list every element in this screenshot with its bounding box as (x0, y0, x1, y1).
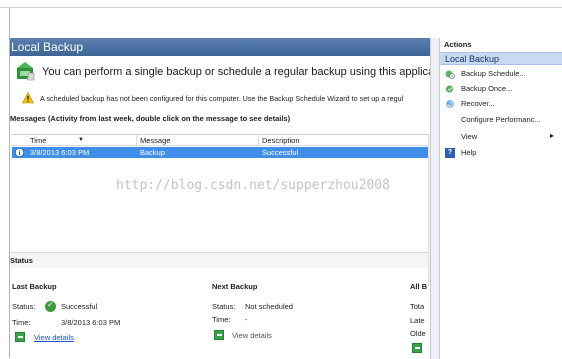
messages-title: Messages (Activity from last week, doubl… (10, 114, 291, 123)
row-description: Successful (262, 148, 299, 157)
sort-descending-icon: ▼ (78, 137, 84, 143)
column-separator[interactable] (258, 135, 259, 146)
info-icon (15, 148, 24, 157)
action-recover[interactable]: Recover... (440, 98, 562, 111)
pane-splitter[interactable] (430, 38, 440, 359)
last-backup-time-value: 3/8/2013 6:03 PM (61, 318, 121, 327)
actions-section-header[interactable]: Local Backup (440, 52, 562, 65)
next-backup-time-value: - (245, 315, 248, 324)
all-backups-oldest-label: Olde (410, 329, 426, 338)
main-pane: Local Backup You can perform a single ba… (10, 38, 430, 358)
action-backup-schedule[interactable]: Backup Schedule... (440, 68, 562, 81)
next-backup-time-label: Time: (212, 315, 231, 324)
actions-section-title: Local Backup (445, 54, 500, 64)
view-details-icon[interactable] (214, 330, 224, 340)
backup-schedule-icon (445, 70, 455, 79)
view-details-icon[interactable] (412, 343, 422, 353)
all-backups-title: All B (410, 282, 428, 291)
success-check-icon (45, 300, 56, 312)
main-header-title: Local Backup (11, 40, 84, 54)
next-backup-status-label: Status: (212, 302, 236, 311)
action-label: Backup Once... (461, 84, 513, 93)
column-header-time[interactable]: Time (30, 136, 46, 145)
intro-text: You can perform a single backup or sched… (42, 66, 430, 78)
backup-app-icon (17, 62, 35, 81)
warning-text: A scheduled backup has not been configur… (40, 94, 404, 103)
backup-once-icon (446, 85, 453, 93)
watermark-text: http://blog.csdn.net/supperzhou2008 (116, 178, 390, 193)
action-label: Configure Performanc... (461, 115, 541, 124)
action-label: Recover... (461, 99, 495, 108)
action-label: View (461, 132, 478, 141)
view-details-icon[interactable] (15, 332, 25, 342)
status-section-header: Status (10, 252, 430, 268)
last-backup-status-label: Status: (12, 302, 36, 311)
next-backup-view-details-link[interactable]: View details (232, 331, 272, 340)
action-view[interactable]: View ▸ (440, 131, 562, 144)
recover-icon (446, 100, 454, 108)
column-header-message[interactable]: Message (140, 136, 170, 145)
next-backup-title: Next Backup (212, 282, 258, 291)
status-title: Status (10, 256, 33, 265)
intro-row: You can perform a single backup or sched… (10, 60, 430, 90)
main-header: Local Backup (10, 38, 430, 56)
last-backup-status-value: Successful (61, 302, 98, 311)
action-label: Help (461, 148, 477, 157)
action-help[interactable]: ? Help (440, 147, 562, 160)
warning-row: A scheduled backup has not been configur… (10, 92, 430, 108)
table-header: Time ▼ Message Description (12, 135, 428, 146)
warning-icon (22, 92, 34, 104)
action-label: Backup Schedule... (461, 69, 526, 78)
column-separator[interactable] (136, 135, 137, 146)
action-backup-once[interactable]: Backup Once... (440, 83, 562, 96)
row-message: Backup (140, 148, 166, 157)
actions-title: Actions (444, 40, 472, 49)
next-backup-status-value: Not scheduled (245, 302, 293, 311)
all-backups-latest-label: Late (410, 316, 425, 325)
help-icon: ? (445, 148, 455, 158)
window-top-edge (0, 0, 562, 8)
last-backup-title: Last Backup (12, 282, 57, 291)
submenu-arrow-icon: ▸ (550, 131, 555, 140)
table-row[interactable]: 3/8/2013 6:03 PM Backup Successful (12, 147, 428, 158)
row-time: 3/8/2013 6:03 PM (30, 148, 90, 157)
last-backup-view-details-link[interactable]: View details (34, 333, 74, 342)
last-backup-time-label: Time: (12, 318, 31, 327)
all-backups-total-label: Tota (410, 302, 425, 311)
column-header-description[interactable]: Description (262, 136, 300, 145)
actions-pane: Actions Local Backup Backup Schedule... … (440, 38, 562, 359)
action-configure-performance[interactable]: Configure Performanc... (440, 114, 562, 127)
top-gap (430, 8, 562, 38)
